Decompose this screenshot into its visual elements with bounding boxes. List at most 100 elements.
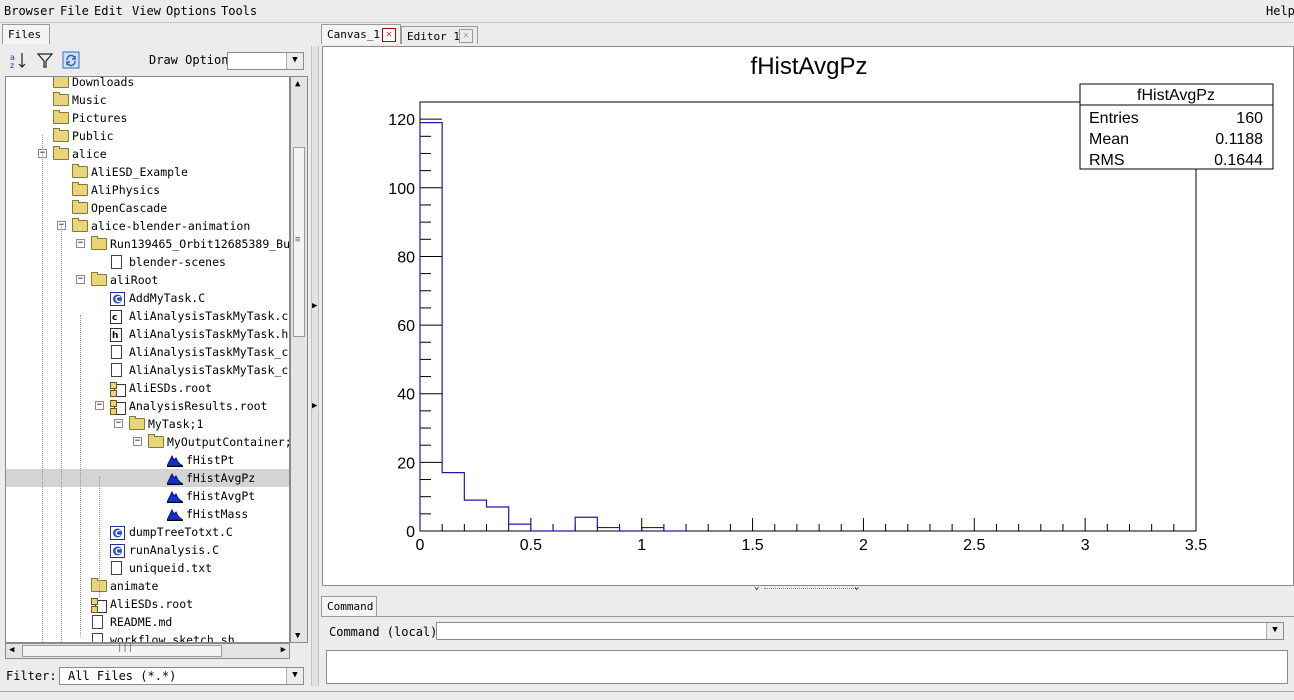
histogram-bin[interactable] [487, 507, 509, 531]
histogram-bin[interactable] [420, 123, 442, 531]
tree-node[interactable]: − AnalysisResults.root [6, 397, 289, 415]
collapse-toggle-icon[interactable]: − [133, 437, 142, 446]
collapse-toggle-icon[interactable]: − [114, 419, 123, 428]
plot-axes: 0 0.5 1 1.5 2 2.5 3 3.5 0 20 40 60 80 100 120 [388, 101, 1207, 554]
collapse-toggle-icon[interactable]: − [76, 275, 85, 284]
scroll-up-icon[interactable]: ▲ [295, 79, 300, 89]
x-tick-label: 1.5 [741, 537, 763, 554]
tree-node[interactable]: AliESDs.root [6, 379, 289, 397]
close-icon[interactable]: ✕ [382, 28, 396, 42]
y-tick-label: 120 [388, 112, 415, 129]
tree-node[interactable]: − alice [6, 145, 289, 163]
tree-node[interactable]: − aliRoot [6, 271, 289, 289]
tree-node-label: runAnalysis.C [129, 543, 220, 557]
histogram-bin[interactable] [464, 500, 486, 531]
tree-node-label: MyOutputContainer;1 [167, 435, 290, 449]
tab-canvas[interactable]: Canvas_1 ✕ [321, 24, 401, 44]
tree-node-label: alice-blender-animation [91, 219, 251, 233]
histogram-bin[interactable] [509, 524, 531, 531]
plot-title: fHistAvgPz [751, 53, 868, 80]
tree-node-label: AnalysisResults.root [129, 399, 268, 413]
tree-vertical-scrollbar[interactable]: ▲ ≡ ▼ [290, 76, 308, 643]
canvas[interactable]: fHistAvgPz 0 0.5 1 1.5 2 2.5 3 3.5 0 20 40 60 80 100 1… [322, 46, 1294, 586]
tab-files[interactable]: Files [2, 24, 50, 44]
menu-file[interactable]: File [60, 4, 89, 18]
menu-tools[interactable]: Tools [221, 4, 257, 18]
tree-node[interactable]: fHistMass [6, 505, 289, 523]
tree-node[interactable]: AliPhysics [6, 181, 289, 199]
tree-node[interactable]: uniqueid.txt [6, 559, 289, 577]
panel-splitter[interactable]: ▶ ▶ [311, 46, 319, 686]
scroll-right-icon[interactable]: ▶ [281, 645, 286, 655]
tab-command[interactable]: Command [321, 596, 377, 616]
folder-icon [72, 200, 88, 214]
stats-box[interactable]: fHistAvgPz Entries 160 Mean 0.1188 RMS 0… [1079, 83, 1274, 170]
tree-node[interactable]: h AliAnalysisTaskMyTask.h [6, 325, 289, 343]
tree-horizontal-scrollbar[interactable]: ◀ ||| ▶ [5, 643, 290, 659]
close-icon[interactable]: ✕ [459, 29, 473, 43]
filter-icon[interactable] [35, 50, 55, 70]
menu-edit[interactable]: Edit [94, 4, 123, 18]
tab-editor[interactable]: Editor 1 ✕ [401, 26, 478, 44]
tree-node[interactable]: AliESDs.root [6, 595, 289, 613]
histogram-icon [166, 454, 185, 467]
svg-text:z: z [10, 61, 14, 70]
histogram-bin[interactable] [575, 517, 597, 531]
tree-node[interactable]: Public [6, 127, 289, 145]
tree-node[interactable]: OpenCascade [6, 199, 289, 217]
tree-node[interactable]: CrunAnalysis.C [6, 541, 289, 559]
scroll-left-icon[interactable]: ◀ [9, 645, 14, 655]
histogram-bin[interactable] [442, 473, 464, 531]
splitter-grip [764, 588, 856, 589]
scroll-down-icon[interactable]: ▼ [295, 631, 300, 641]
tree-node[interactable]: fHistAvgPt [6, 487, 289, 505]
tree-node[interactable]: fHistPt [6, 451, 289, 469]
x-tick-label: 2.5 [963, 537, 985, 554]
hscroll-thumb[interactable]: ||| [22, 643, 222, 657]
tree-node[interactable]: CdumpTreeTotxt.C [6, 523, 289, 541]
tree-node[interactable]: Music [6, 91, 289, 109]
sort-icon[interactable]: a z [9, 50, 29, 70]
tree-node[interactable]: README.md [6, 613, 289, 631]
command-output[interactable] [326, 650, 1288, 684]
tree-node[interactable]: c AliAnalysisTaskMyTask.cxx [6, 307, 289, 325]
filter-value: All Files (*.*) [68, 669, 177, 683]
collapse-arrow-icon[interactable]: ▶ [312, 301, 317, 311]
tree-node-label: README.md [110, 615, 173, 629]
x-tick-label: 1 [637, 537, 646, 554]
collapse-arrow-icon[interactable]: ▶ [312, 401, 317, 411]
menu-browser[interactable]: Browser [4, 4, 55, 18]
tree-node[interactable]: Downloads [6, 77, 289, 91]
collapse-toggle-icon[interactable]: − [76, 239, 85, 248]
tab-command-label: Command [327, 600, 374, 613]
tree-node[interactable]: − alice-blender-animation [6, 217, 289, 235]
menu-options[interactable]: Options [166, 4, 217, 18]
menu-help[interactable]: Help [1266, 4, 1294, 18]
draw-option-combo[interactable]: ▼ [227, 52, 304, 70]
tree-node-label: dumpTreeTotxt.C [129, 525, 233, 539]
command-input[interactable]: ▼ [436, 622, 1284, 640]
tree-node[interactable]: − Run139465_Orbit12685389_Bunch [6, 235, 289, 253]
scroll-thumb[interactable]: ≡ [293, 147, 305, 337]
tree-node-label: Music [72, 93, 107, 107]
tree-node[interactable]: workflow_sketch.sh [6, 631, 289, 642]
tree-node[interactable]: AliAnalysisTaskMyTask_cxx. [6, 361, 289, 379]
refresh-icon[interactable] [61, 50, 81, 70]
tree-node[interactable]: blender-scenes [6, 253, 289, 271]
filter-combo[interactable]: All Files (*.*) ▼ [59, 667, 304, 685]
tree-node[interactable]: AliESD_Example [6, 163, 289, 181]
canvas-command-splitter[interactable]: ⌄ ⌄ [322, 582, 1294, 594]
tree-node[interactable]: − MyOutputContainer;1 [6, 433, 289, 451]
menu-view[interactable]: View [132, 4, 161, 18]
tree-node[interactable]: animate [6, 577, 289, 595]
histogram-plot[interactable]: fHistAvgPz 0 0.5 1 1.5 2 2.5 3 3.5 0 20 40 60 80 100 1… [323, 47, 1293, 585]
collapse-toggle-icon[interactable]: − [95, 401, 104, 410]
tree-node[interactable]: Pictures [6, 109, 289, 127]
tree-node[interactable]: C AddMyTask.C [6, 289, 289, 307]
file-icon [111, 345, 122, 359]
root-file-icon [110, 400, 126, 415]
tree-node[interactable]: AliAnalysisTaskMyTask_cxx. [6, 343, 289, 361]
histogram-line[interactable] [419, 121, 687, 532]
tree-node[interactable]: − MyTask;1 [6, 415, 289, 433]
tree-node[interactable]: fHistAvgPz [6, 469, 289, 487]
